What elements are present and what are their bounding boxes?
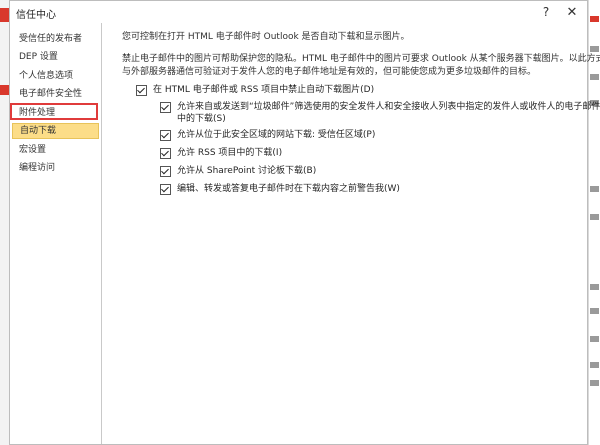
background-tick: [590, 214, 599, 220]
allow-rss-download-label: 允许 RSS 项目中的下载(I): [177, 148, 283, 158]
sidebar-item-privacy-options[interactable]: 个人信息选项: [12, 68, 99, 84]
help-button[interactable]: ?: [535, 3, 557, 21]
background-app-red-marker: [0, 85, 9, 95]
background-app-right-edge: [588, 0, 600, 445]
dialog-titlebar[interactable]: 信任中心 ? ✕: [10, 1, 587, 23]
sidebar-item-programmatic-access[interactable]: 编程访问: [12, 160, 99, 176]
dialog-title: 信任中心: [16, 10, 56, 21]
allow-rss-download-checkbox[interactable]: [160, 148, 171, 159]
sidebar-item-attachment-handling[interactable]: 附件处理: [12, 105, 99, 121]
sidebar-item-automatic-download[interactable]: 自动下载: [12, 123, 99, 139]
background-tick: [590, 362, 599, 368]
automatic-download-panel: 您可控制在打开 HTML 电子邮件时 Outlook 是否自动下载和显示图片。 …: [102, 23, 600, 444]
warn-before-download-label: 编辑、转发或答复电子邮件时在下载内容之前警告我(W): [177, 184, 400, 194]
allow-trusted-zone-label: 允许从位于此安全区域的网站下载: 受信任区域(P): [177, 130, 376, 140]
block-automatic-download-checkbox[interactable]: [136, 85, 147, 96]
allow-sharepoint-download-checkbox[interactable]: [160, 166, 171, 177]
close-button[interactable]: ✕: [561, 3, 583, 21]
allow-sharepoint-download-label: 允许从 SharePoint 讨论板下载(B): [177, 166, 317, 176]
allow-rss-download-option[interactable]: 允许 RSS 项目中的下载(I): [160, 147, 282, 159]
sidebar-item-email-security[interactable]: 电子邮件安全性: [12, 86, 99, 102]
privacy-text-line-2: 与外部服务器通信可验证对于发件人您的电子邮件地址是有效的，但可能使您成为更多垃圾…: [122, 67, 537, 77]
block-automatic-download-option[interactable]: 在 HTML 电子邮件或 RSS 项目中禁止自动下载图片(D): [136, 84, 374, 96]
background-tick: [590, 16, 599, 22]
trust-center-dialog: 信任中心 ? ✕ 受信任的发布者 DEP 设置 个人信息选项 电子邮件安全性 附…: [9, 0, 600, 445]
background-tick: [590, 186, 599, 192]
allow-safe-senders-checkbox[interactable]: [160, 102, 171, 113]
allow-trusted-zone-checkbox[interactable]: [160, 130, 171, 141]
sidebar-nav: 受信任的发布者 DEP 设置 个人信息选项 电子邮件安全性 附件处理 自动下载 …: [10, 23, 102, 444]
warn-before-download-checkbox[interactable]: [160, 184, 171, 195]
allow-safe-senders-option[interactable]: 允许来自或发送到“垃圾邮件”筛选使用的安全发件人和安全接收人列表中指定的发件人或…: [160, 101, 600, 125]
background-tick: [590, 380, 599, 386]
background-app-red-marker: [0, 8, 9, 22]
block-automatic-download-label: 在 HTML 电子邮件或 RSS 项目中禁止自动下载图片(D): [153, 85, 375, 95]
background-tick: [590, 74, 599, 80]
intro-text: 您可控制在打开 HTML 电子邮件时 Outlook 是否自动下载和显示图片。: [122, 32, 410, 42]
allow-trusted-zone-option[interactable]: 允许从位于此安全区域的网站下载: 受信任区域(P): [160, 129, 375, 141]
background-tick: [590, 336, 599, 342]
background-tick: [590, 308, 599, 314]
background-app-left-edge: [0, 0, 9, 445]
warn-before-download-option[interactable]: 编辑、转发或答复电子邮件时在下载内容之前警告我(W): [160, 183, 400, 195]
sidebar-item-dep-settings[interactable]: DEP 设置: [12, 49, 99, 65]
sidebar-item-trusted-publishers[interactable]: 受信任的发布者: [12, 31, 99, 47]
allow-safe-senders-label: 允许来自或发送到“垃圾邮件”筛选使用的安全发件人和安全接收人列表中指定的发件人或…: [177, 102, 600, 124]
sidebar-item-macro-settings[interactable]: 宏设置: [12, 142, 99, 158]
background-tick: [590, 284, 599, 290]
privacy-text-line-1: 禁止电子邮件中的图片可帮助保护您的隐私。HTML 电子邮件中的图片可要求 Out…: [122, 54, 600, 64]
allow-sharepoint-download-option[interactable]: 允许从 SharePoint 讨论板下载(B): [160, 165, 316, 177]
